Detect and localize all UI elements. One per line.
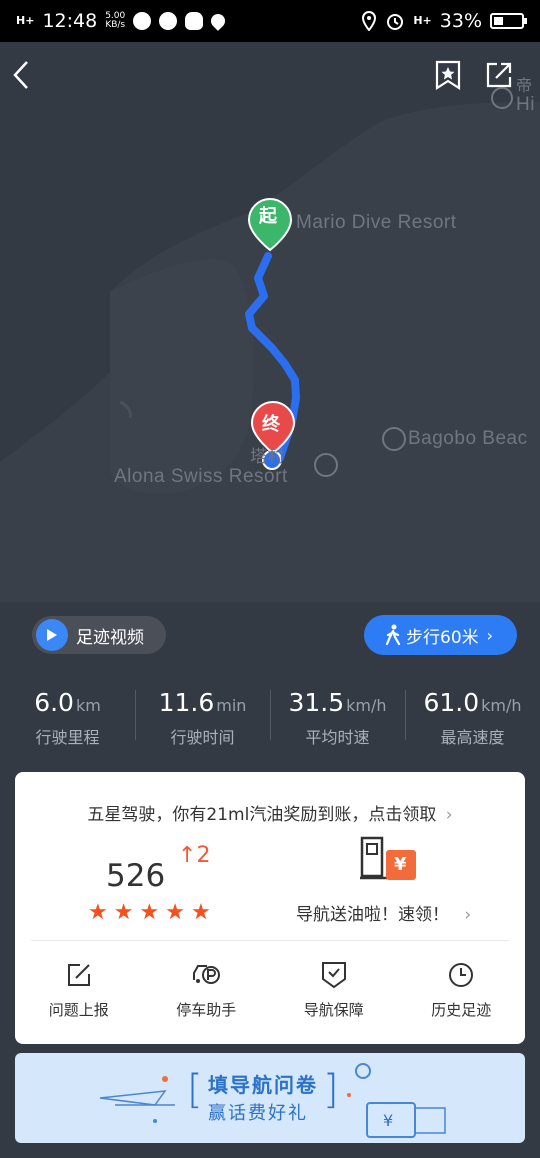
- battery-icon: [490, 13, 527, 29]
- map-canvas: [0, 87, 540, 602]
- banner-title: 填导航问卷: [208, 1073, 318, 1097]
- footprint-video-button[interactable]: 足迹视频: [32, 616, 166, 654]
- walk-distance-label: 步行60米: [406, 627, 479, 648]
- network-speed: 5.00 KB/s: [105, 11, 126, 30]
- promo-link[interactable]: 五星驾驶，你有21ml汽油奖励到账，点击领取 ›: [15, 800, 525, 825]
- tool-report-issue[interactable]: 问题上报: [15, 960, 143, 1020]
- map-label-mario: Mario Dive Resort: [296, 212, 457, 233]
- star-icon: ★: [113, 900, 134, 925]
- stat-avg-speed: 31.5 km/h 平均时速: [270, 688, 405, 748]
- chevron-right-icon: ›: [464, 905, 472, 925]
- clock-history-icon: [446, 960, 476, 990]
- share-button[interactable]: [484, 60, 524, 100]
- banner-subtitle: 赢话费好礼: [208, 1103, 308, 1124]
- star-icon: ★: [139, 900, 160, 925]
- bracket-left: [: [187, 1067, 203, 1113]
- chevron-right-icon: ›: [445, 805, 453, 825]
- star-icon: ★: [190, 900, 211, 925]
- wechat-icon: [159, 12, 178, 30]
- tool-parking-assistant[interactable]: 停车助手: [143, 960, 271, 1020]
- driving-score: 526: [106, 858, 166, 894]
- chevron-left-icon: [13, 61, 28, 89]
- bracket-right: ]: [323, 1067, 339, 1113]
- start-marker-label: 起: [259, 206, 277, 227]
- fuel-reward-link[interactable]: 导航送油啦！速领！ ›: [296, 900, 471, 925]
- map-label-bagobo: Bagobo Beac: [408, 428, 528, 449]
- end-marker-label: 终: [262, 414, 280, 435]
- clock-time: 12:48: [42, 10, 98, 32]
- qq-icon: [185, 12, 204, 30]
- stat-distance: 6.0 km 行驶里程: [34, 688, 101, 747]
- card-divider: [31, 940, 509, 941]
- bookmark-button[interactable]: [434, 60, 474, 100]
- tool-history-footprint[interactable]: 历史足迹: [398, 960, 526, 1020]
- banner-ticket-yen: ¥: [383, 1111, 394, 1130]
- survey-banner[interactable]: [ ] 填导航问卷 赢话费好礼 ¥: [15, 1053, 525, 1143]
- share-external-icon: [486, 62, 512, 88]
- signal-icon: H+: [16, 14, 35, 27]
- walk-distance-button[interactable]: 步行60米 ›: [364, 615, 517, 655]
- location-app-icon: [208, 11, 229, 31]
- play-icon: [36, 619, 68, 651]
- shield-check-icon: [319, 960, 349, 990]
- map-label-alona: Alona Swiss Resort: [114, 466, 288, 487]
- speedometer-icon: [133, 12, 152, 30]
- footprint-video-label: 足迹视频: [76, 627, 144, 648]
- alarm-icon: [387, 14, 404, 30]
- star-icon: ★: [88, 900, 108, 925]
- star-icon: ★: [165, 900, 185, 925]
- edit-report-icon: [64, 960, 94, 990]
- battery-percent: 33%: [439, 10, 482, 32]
- walking-person-icon: [385, 624, 401, 646]
- stat-duration: 11.6 min 行驶时间: [135, 688, 270, 748]
- parking-car-icon: [191, 960, 221, 990]
- star-rating: ★ ★ ★ ★ ★: [88, 902, 211, 924]
- signal-icon-right: H+: [413, 14, 432, 27]
- map-label-village: 塔村: [250, 447, 285, 466]
- fuel-reward-icon[interactable]: ¥: [360, 834, 418, 888]
- trip-stats: 6.0 km 行驶里程 11.6 min 行驶时间 31.5 km/h 平均时速 61…: [0, 688, 540, 748]
- fuel-reward-yen: ¥: [394, 854, 407, 875]
- tool-row: 问题上报 停车助手 导航保障 历史足迹: [15, 960, 525, 1020]
- bookmark-star-icon: [435, 60, 461, 90]
- back-button[interactable]: [12, 60, 52, 100]
- stat-max-speed: 61.0 km/h 最高速度: [405, 688, 540, 748]
- location-pin-icon: [362, 11, 377, 31]
- chevron-right-icon: ›: [486, 625, 494, 645]
- banner-decoration: [99, 1063, 446, 1138]
- status-bar: H+ 12:48 5.00 KB/s H+ 33%: [0, 0, 540, 42]
- map-view[interactable]: Mario Dive Resort Bagobo Beac Alona Swis…: [0, 42, 540, 602]
- tool-navigation-guarantee[interactable]: 导航保障: [270, 960, 398, 1020]
- score-delta: ↑2: [178, 843, 211, 868]
